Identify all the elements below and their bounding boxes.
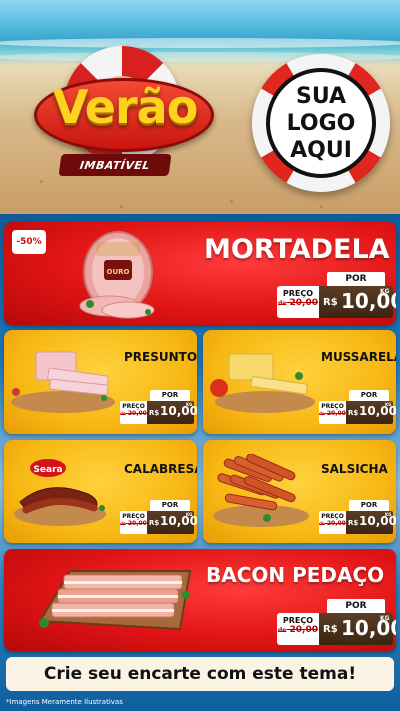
currency: R$	[149, 519, 160, 527]
product-card-bacon[interactable]: BACON PEDAÇO POR PREÇO de 20,00 R$ 10,00…	[4, 549, 396, 651]
current-price-box: R$ 10,00 KG	[346, 511, 396, 534]
sand-decoration	[320, 205, 323, 208]
old-price: de 20,00	[278, 298, 318, 308]
product-name: CALABRESA	[124, 462, 197, 476]
old-price-box: PREÇO de 20,00	[277, 286, 319, 318]
page-title: Verão	[52, 80, 199, 134]
wave-decoration	[0, 38, 400, 48]
product-card-mussarela[interactable]: MUSSARELA POR PREÇO de 20,00 R$ 10,00 KG	[203, 330, 396, 434]
currency: R$	[348, 519, 359, 527]
price-tag: POR PREÇO de 20,00 R$ 10,00 KG	[120, 500, 197, 536]
unit: KG	[385, 402, 392, 407]
price-tag: POR PREÇO de 20,00 R$ 10,00 KG	[120, 390, 197, 426]
por-label: POR	[150, 390, 190, 401]
price-tag: POR PREÇO de 20,00 R$ 10,00 KG	[277, 599, 396, 647]
product-name: PRESUNTO	[124, 350, 197, 364]
brand-label: Seara	[33, 465, 62, 475]
por-label: POR	[150, 500, 190, 511]
por-label: POR	[327, 272, 385, 286]
unit: KG	[385, 512, 392, 517]
price-tag: POR PREÇO de 20,00 R$ 10,00 KG	[319, 390, 396, 426]
currency: R$	[323, 624, 338, 635]
product-name: SALSICHA	[321, 462, 388, 476]
old-price: de 20,00	[278, 625, 318, 635]
sand-decoration	[120, 205, 123, 208]
cta-banner[interactable]: Crie seu encarte com este tema!	[6, 657, 394, 691]
por-label: POR	[349, 390, 389, 401]
logo-text: AQUI	[290, 137, 352, 163]
old-price-box: PREÇO de 20,00	[120, 401, 147, 424]
preco-label: PREÇO	[122, 403, 145, 410]
por-label: POR	[349, 500, 389, 511]
current-price-box: R$ 10,00 KG	[319, 613, 396, 645]
logo-placeholder[interactable]: SUA LOGO AQUI	[266, 68, 376, 178]
product-card-calabresa[interactable]: Seara CALABRESA POR PREÇO de 20,00 R$ 10…	[4, 440, 197, 543]
old-price-box: PREÇO de 20,00	[319, 401, 346, 424]
preco-label: PREÇO	[321, 403, 344, 410]
current-price-box: R$ 10,00 KG	[319, 286, 396, 318]
product-name: MORTADELA	[204, 234, 390, 265]
preco-label: PREÇO	[321, 513, 344, 520]
discount-badge: -50%	[12, 230, 46, 254]
unit: KG	[380, 615, 390, 622]
preco-label: PREÇO	[282, 289, 314, 298]
old-price-box: PREÇO de 20,00	[319, 511, 346, 534]
currency: R$	[348, 409, 359, 417]
logo-text: LOGO	[286, 110, 356, 136]
product-card-mortadela[interactable]: -50% OURO MORTADELA POR PREÇO de 20,00 R…	[4, 222, 396, 325]
product-name: BACON PEDAÇO	[206, 563, 385, 587]
sand-decoration	[40, 180, 43, 183]
currency: R$	[323, 297, 338, 308]
price-tag: POR PREÇO de 20,00 R$ 10,00 KG	[277, 272, 396, 320]
old-price: de 20,00	[319, 520, 346, 527]
old-price-box: PREÇO de 20,00	[277, 613, 319, 645]
old-price: de 20,00	[120, 520, 147, 527]
bacon-image	[38, 570, 192, 631]
calabresa-image: Seara	[14, 459, 106, 526]
logo-text: SUA	[295, 83, 347, 109]
mussarela-image	[210, 353, 315, 413]
current-price-box: R$ 10,00 KG	[147, 401, 197, 424]
currency: R$	[149, 409, 160, 417]
current-price-box: R$ 10,00 KG	[147, 511, 197, 534]
current-price-box: R$ 10,00 KG	[346, 401, 396, 424]
product-card-salsicha[interactable]: SALSICHA POR PREÇO de 20,00 R$ 10,00 KG	[203, 440, 396, 543]
salsicha-image	[213, 454, 309, 527]
old-price-box: PREÇO de 20,00	[120, 511, 147, 534]
unit: KG	[380, 288, 390, 295]
sand-decoration	[230, 200, 233, 203]
unit: KG	[186, 402, 193, 407]
unit: KG	[186, 512, 193, 517]
disclaimer: *Imagens Meramente Ilustrativas	[6, 698, 123, 706]
por-label: POR	[327, 599, 385, 613]
product-name: MUSSARELA	[321, 350, 396, 364]
old-price: de 20,00	[319, 410, 346, 417]
old-price: de 20,00	[120, 410, 147, 417]
price-tag: POR PREÇO de 20,00 R$ 10,00 KG	[319, 500, 396, 536]
presunto-image	[11, 351, 115, 413]
preco-label: PREÇO	[122, 513, 145, 520]
mortadela-image: OURO	[79, 231, 155, 319]
brand-label: OURO	[107, 268, 130, 276]
product-card-presunto[interactable]: PRESUNTO POR PREÇO de 20,00 R$ 10,00 KG	[4, 330, 197, 434]
page-subtitle: IMBATÍVEL	[58, 154, 172, 176]
preco-label: PREÇO	[282, 616, 314, 625]
